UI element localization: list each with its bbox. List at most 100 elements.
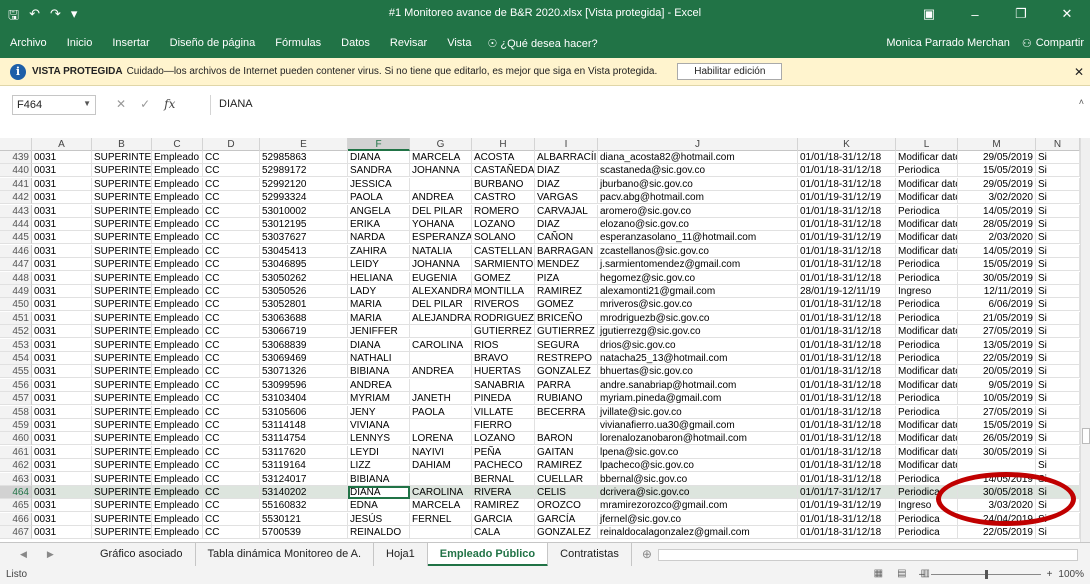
grid-cell[interactable]: SUPERINTEI: [92, 499, 152, 513]
grid-cell[interactable]: [535, 419, 598, 432]
grid-cell[interactable]: SOLANO: [472, 231, 535, 245]
grid-cell[interactable]: REINALDO: [348, 526, 410, 540]
grid-cell[interactable]: 53045413: [260, 244, 348, 258]
grid-cell[interactable]: 0031: [32, 338, 92, 352]
grid-cell[interactable]: 53114754: [260, 432, 348, 446]
grid-cell[interactable]: CC: [203, 486, 260, 499]
grid-cell[interactable]: RAMIREZ: [472, 499, 535, 513]
column-header[interactable]: I: [535, 138, 598, 151]
grid-cell[interactable]: 01/01/18-31/12/18: [798, 298, 896, 312]
grid-cell[interactable]: CC: [203, 472, 260, 486]
grid-cell[interactable]: LADY: [348, 285, 410, 298]
grid-cell[interactable]: 0031: [32, 526, 92, 540]
column-header[interactable]: E: [260, 138, 348, 151]
grid-cell[interactable]: 01/01/18-31/12/18: [798, 338, 896, 352]
grid-cell[interactable]: CC: [203, 352, 260, 365]
grid-cell[interactable]: hegomez@sic.gov.co: [598, 271, 798, 285]
grid-cell[interactable]: Si: [1036, 459, 1080, 473]
grid-cell[interactable]: alexamonti21@gmail.com: [598, 285, 798, 298]
grid-cell[interactable]: Si: [1036, 164, 1080, 178]
grid-cell[interactable]: CC: [203, 432, 260, 446]
row-header[interactable]: 458: [0, 405, 32, 419]
grid-cell[interactable]: DIANA: [348, 486, 410, 499]
grid-cell[interactable]: ANGELA: [348, 204, 410, 218]
grid-cell[interactable]: NARDA: [348, 231, 410, 245]
row-header[interactable]: 453: [0, 338, 32, 352]
worksheet-grid[interactable]: ABCDEFGHIJKLMN 439 0031 SUPERINTEI Empleado…: [0, 138, 1080, 542]
column-header[interactable]: H: [472, 138, 535, 151]
grid-cell[interactable]: PIZA: [535, 271, 598, 285]
grid-cell[interactable]: lpena@sic.gov.co: [598, 445, 798, 459]
grid-cell[interactable]: LOZANO: [472, 218, 535, 231]
grid-cell[interactable]: VARGAS: [535, 191, 598, 205]
grid-cell[interactable]: 29/05/2019: [958, 151, 1036, 164]
grid-cell[interactable]: 01/01/18-31/12/18: [798, 405, 896, 419]
grid-cell[interactable]: CUELLAR: [535, 472, 598, 486]
grid-cell[interactable]: mramirezorozco@gmail.com: [598, 499, 798, 513]
grid-cell[interactable]: DIANA: [348, 151, 410, 164]
grid-cell[interactable]: 29/05/2019: [958, 177, 1036, 191]
column-header[interactable]: B: [92, 138, 152, 151]
grid-cell[interactable]: lpacheco@sic.gov.co: [598, 459, 798, 473]
grid-cell[interactable]: CC: [203, 231, 260, 245]
grid-cell[interactable]: 53010002: [260, 204, 348, 218]
row-header[interactable]: 440: [0, 164, 32, 178]
grid-cell[interactable]: 0031: [32, 191, 92, 205]
grid-cell[interactable]: SUPERINTEI: [92, 338, 152, 352]
grid-cell[interactable]: 0031: [32, 177, 92, 191]
grid-cell[interactable]: 01/01/17-31/12/17: [798, 486, 896, 499]
grid-cell[interactable]: SUPERINTEI: [92, 432, 152, 446]
grid-cell[interactable]: SUPERINTEI: [92, 445, 152, 459]
column-header[interactable]: L: [896, 138, 958, 151]
grid-cell[interactable]: Empleado Pú: [152, 151, 203, 164]
grid-cell[interactable]: 52993324: [260, 191, 348, 205]
grid-cell[interactable]: CC: [203, 204, 260, 218]
grid-cell[interactable]: SANABRIA: [472, 378, 535, 392]
grid-cell[interactable]: CC: [203, 325, 260, 339]
grid-cell[interactable]: jvillate@sic.gov.co: [598, 405, 798, 419]
grid-cell[interactable]: 53066719: [260, 325, 348, 339]
grid-cell[interactable]: 13/05/2019: [958, 338, 1036, 352]
grid-cell[interactable]: Si: [1036, 378, 1080, 392]
grid-cell[interactable]: GUTIERREZ: [535, 325, 598, 339]
grid-cell[interactable]: Modificar datc: [896, 325, 958, 339]
grid-cell[interactable]: CAÑON: [535, 231, 598, 245]
grid-cell[interactable]: jfernel@sic.gov.co: [598, 512, 798, 526]
grid-cell[interactable]: 53140202: [260, 486, 348, 499]
grid-cell[interactable]: MARCELA: [410, 499, 472, 513]
grid-cell[interactable]: Empleado Pú: [152, 432, 203, 446]
grid-cell[interactable]: diana_acosta82@hotmail.com: [598, 151, 798, 164]
grid-cell[interactable]: SUPERINTEI: [92, 151, 152, 164]
grid-cell[interactable]: LENNYS: [348, 432, 410, 446]
grid-cell[interactable]: NATHALI: [348, 352, 410, 365]
grid-cell[interactable]: SUPERINTEI: [92, 378, 152, 392]
grid-cell[interactable]: j.sarmientomendez@gmail.com: [598, 258, 798, 272]
grid-cell[interactable]: SUPERINTEI: [92, 472, 152, 486]
row-header[interactable]: 446: [0, 244, 32, 258]
grid-cell[interactable]: 0031: [32, 499, 92, 513]
row-header[interactable]: 464: [0, 486, 32, 499]
grid-cell[interactable]: SUPERINTEI: [92, 204, 152, 218]
grid-cell[interactable]: aromero@sic.gov.co: [598, 204, 798, 218]
grid-cell[interactable]: Si: [1036, 338, 1080, 352]
grid-cell[interactable]: SUPERINTEI: [92, 365, 152, 379]
grid-cell[interactable]: 01/01/18-31/12/18: [798, 378, 896, 392]
grid-cell[interactable]: Periodica: [896, 526, 958, 540]
grid-cell[interactable]: ROMERO: [472, 204, 535, 218]
grid-cell[interactable]: Empleado Pú: [152, 218, 203, 231]
grid-cell[interactable]: 52992120: [260, 177, 348, 191]
name-box[interactable]: F464 ▼: [12, 95, 96, 115]
grid-cell[interactable]: SUPERINTEI: [92, 258, 152, 272]
grid-cell[interactable]: jburbano@sic.gov.co: [598, 177, 798, 191]
grid-cell[interactable]: SUPERINTEI: [92, 325, 152, 339]
grid-cell[interactable]: Si: [1036, 244, 1080, 258]
grid-cell[interactable]: JOHANNA: [410, 258, 472, 272]
grid-cell[interactable]: GUTIERREZ: [472, 325, 535, 339]
grid-cell[interactable]: RAMIREZ: [535, 459, 598, 473]
grid-cell[interactable]: 01/01/18-31/12/18: [798, 472, 896, 486]
grid-cell[interactable]: 01/01/18-31/12/18: [798, 392, 896, 406]
grid-cell[interactable]: 0031: [32, 352, 92, 365]
grid-cell[interactable]: CC: [203, 298, 260, 312]
grid-cell[interactable]: 21/05/2019: [958, 311, 1036, 325]
grid-cell[interactable]: ANDREA: [410, 191, 472, 205]
